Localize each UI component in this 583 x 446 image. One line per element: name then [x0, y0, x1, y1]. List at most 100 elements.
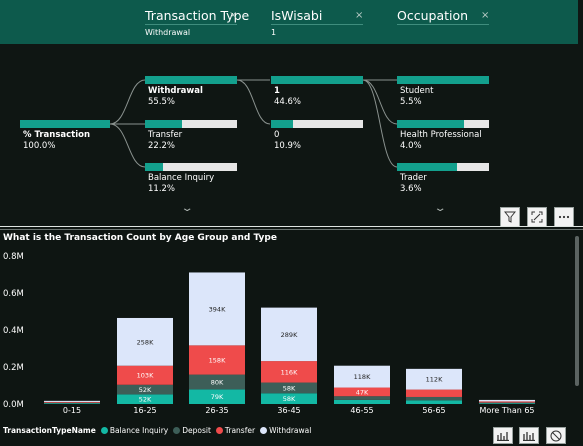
node-bar-fill — [397, 163, 457, 171]
node-value: 100.0% — [23, 140, 56, 151]
legend-item[interactable]: Deposit — [173, 426, 211, 435]
legend-item[interactable]: Transfer — [215, 426, 256, 435]
more-options-icon[interactable] — [554, 207, 574, 227]
data-label: 52K — [139, 386, 152, 394]
disable-icon[interactable] — [546, 427, 566, 444]
bar-segment[interactable] — [406, 396, 462, 401]
data-label: 52K — [139, 396, 152, 404]
node-name: Health Professional — [400, 130, 482, 140]
data-label: 58K — [283, 384, 296, 392]
y-tick-label: 0.0M — [3, 400, 24, 410]
filter-icon[interactable] — [500, 207, 520, 227]
data-label: 58K — [283, 395, 296, 403]
data-label: 158K — [209, 356, 226, 364]
expand-chevron-down-icon[interactable]: ⌄ — [433, 203, 446, 214]
bar-segment[interactable] — [406, 400, 462, 404]
node-bar — [271, 76, 363, 84]
node-name: Student — [400, 86, 434, 96]
node-label: Trader 3.6% — [400, 173, 427, 194]
legend-item[interactable]: Withdrawal — [260, 426, 311, 435]
bar-segment[interactable] — [44, 400, 100, 402]
drill-down-icon[interactable] — [493, 427, 513, 444]
legend-marker — [215, 427, 223, 434]
focus-mode-icon[interactable] — [527, 207, 547, 227]
legend-title: TransactionTypeName — [3, 426, 96, 435]
node-name: 0 — [274, 130, 280, 140]
node-label: Balance Inquiry 11.2% — [148, 173, 214, 194]
bar-segment[interactable] — [44, 403, 100, 404]
data-label: 394K — [209, 305, 226, 313]
legend-label: Deposit — [182, 426, 211, 435]
node-bar — [397, 163, 489, 171]
data-label: 80K — [211, 378, 224, 386]
data-label: 112K — [426, 376, 443, 384]
stacked-column-chart-visual: What is the Transaction Count by Age Gro… — [0, 230, 583, 446]
bar-segment[interactable] — [479, 401, 535, 403]
x-tick-label: 16-25 — [133, 406, 156, 415]
y-tick-label: 0.6M — [3, 289, 24, 299]
legend-label: Transfer — [224, 426, 256, 435]
node-bar — [20, 120, 110, 128]
node-label: % Transaction 100.0% — [23, 130, 90, 151]
bar-segment[interactable] — [44, 401, 100, 403]
node-label: Student 5.5% — [400, 86, 433, 107]
vertical-scrollbar[interactable] — [575, 236, 579, 386]
visual-divider — [0, 226, 583, 227]
bar-segment[interactable] — [479, 399, 535, 402]
node-name: % Transaction — [23, 130, 91, 140]
node-bar — [271, 120, 363, 128]
node-bar — [145, 163, 237, 171]
expand-chevron-down-icon[interactable]: ⌄ — [180, 203, 193, 214]
node-bar-fill — [145, 120, 182, 128]
x-tick-label: 46-55 — [350, 406, 373, 415]
x-tick-label: More Than 65 — [479, 406, 534, 415]
x-tick-label: 36-45 — [277, 406, 300, 415]
chart-plot: 0.0M 0.2M 0.4M 0.6M 0.8M 0-15 52K 52K 103K 258K 16… — [3, 252, 535, 415]
y-tick-label: 0.2M — [3, 363, 24, 373]
node-value: 44.6% — [274, 96, 302, 107]
chart-legend: TransactionTypeName Balance Inquiry Depos… — [3, 426, 311, 435]
legend-marker — [260, 427, 268, 434]
node-label: 1 44.6% — [274, 86, 301, 107]
bar-segment[interactable] — [406, 389, 462, 397]
node-bar-fill — [397, 76, 489, 84]
data-label: 103K — [137, 372, 154, 380]
legend-item[interactable]: Balance Inquiry — [100, 426, 169, 435]
node-label: Health Professional 4.0% — [400, 130, 482, 151]
data-label: 79K — [211, 393, 224, 401]
node-name: Withdrawal — [148, 86, 203, 96]
y-tick-label: 0.8M — [3, 252, 24, 262]
bar-segment[interactable] — [44, 402, 100, 404]
data-label: 118K — [354, 373, 371, 381]
node-value: 5.5% — [400, 96, 422, 107]
legend-label: Withdrawal — [269, 426, 312, 435]
expand-hierarchy-icon[interactable] — [519, 427, 539, 444]
node-value: 10.9% — [274, 140, 302, 151]
node-bar — [145, 120, 237, 128]
x-tick-label: 0-15 — [63, 406, 81, 415]
data-label: 116K — [281, 368, 298, 376]
data-label: 289K — [281, 331, 298, 339]
node-bar-fill — [397, 120, 464, 128]
bar-segment[interactable] — [334, 396, 390, 400]
tree-connectors — [109, 79, 398, 168]
node-label: 0 10.9% — [274, 130, 301, 151]
data-label: 258K — [137, 338, 154, 346]
bar-segment[interactable] — [479, 403, 535, 404]
y-tick-label: 0.4M — [3, 326, 24, 336]
node-name: 1 — [274, 86, 280, 96]
node-bar — [397, 120, 489, 128]
data-label: 47K — [356, 388, 369, 396]
bar-segment[interactable] — [479, 402, 535, 404]
legend-marker — [100, 427, 108, 434]
node-value: 4.0% — [400, 140, 422, 151]
node-name: Trader — [400, 173, 427, 183]
legend-label: Balance Inquiry — [109, 426, 169, 435]
node-value: 55.5% — [148, 96, 176, 107]
bar-segment[interactable] — [334, 399, 390, 404]
decomposition-tree-visual: Transaction Type Withdrawal × IsWisabi 1… — [0, 0, 583, 227]
node-bar-fill — [145, 163, 163, 171]
node-bar-fill — [271, 120, 293, 128]
node-name: Transfer — [148, 130, 183, 140]
node-name: Balance Inquiry — [148, 173, 215, 183]
